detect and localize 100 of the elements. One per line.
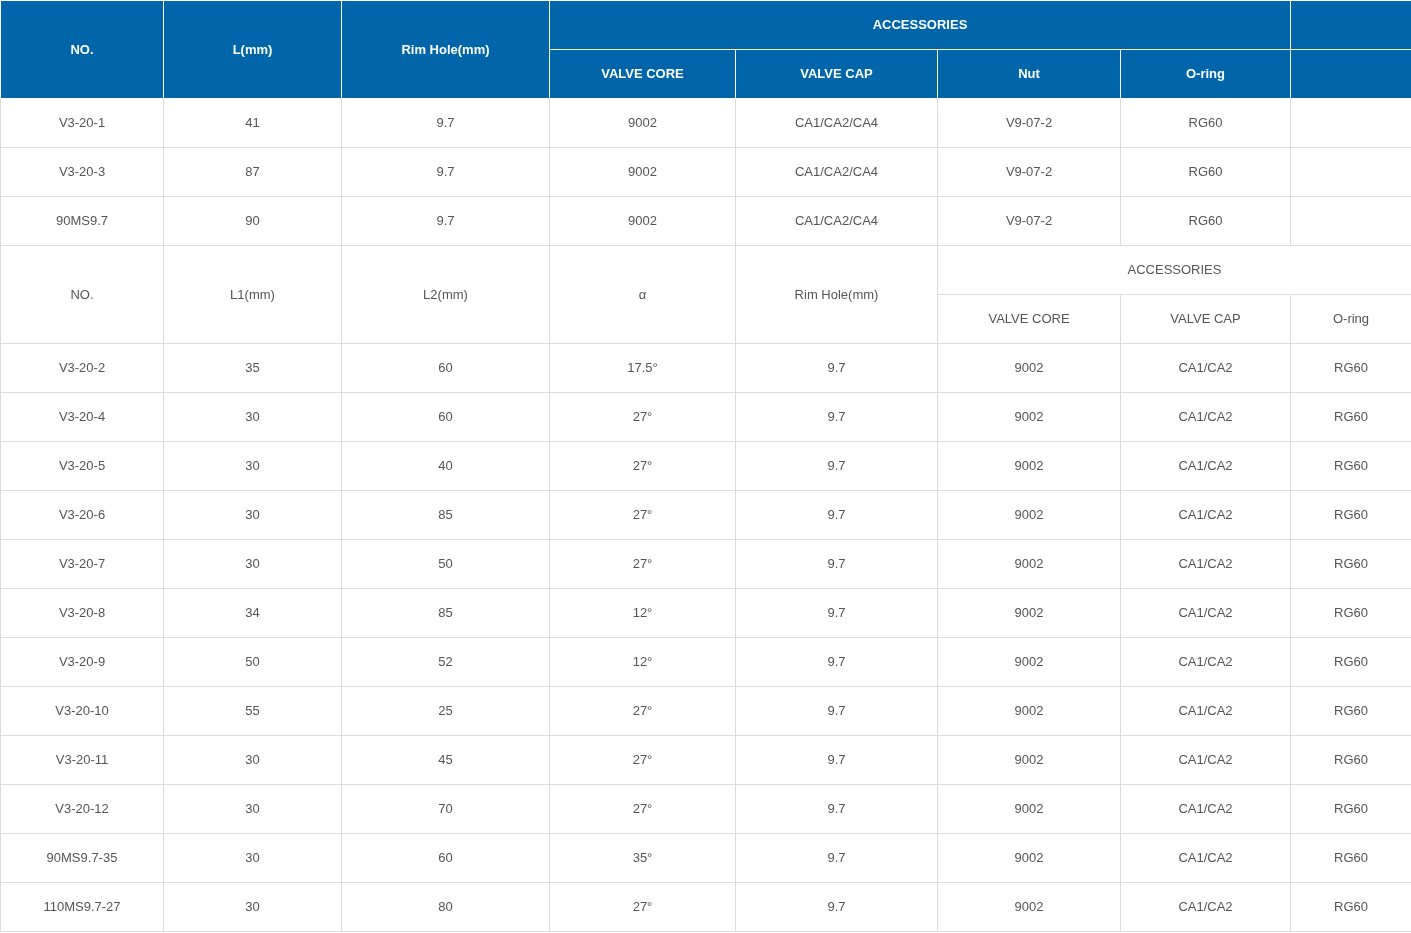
table-cell: V9-07-2 [937, 98, 1121, 148]
table-cell: 9002 [549, 98, 736, 148]
table-cell: 17.5° [549, 343, 736, 393]
table-cell: 45 [341, 735, 550, 785]
table-cell: V3-20-2 [0, 343, 164, 393]
table-header-cell: L1(mm) [163, 245, 342, 344]
table-cell: 34 [163, 588, 342, 638]
table-cell: RG60 [1120, 98, 1291, 148]
table-header-cell: Rim Hole(mm) [735, 245, 938, 344]
table-cell: 9002 [937, 588, 1121, 638]
table-cell: 60 [341, 833, 550, 883]
table-cell: 30 [163, 784, 342, 834]
table-cell: 27° [549, 784, 736, 834]
table-cell: V3-20-12 [0, 784, 164, 834]
table-cell: V3-20-10 [0, 686, 164, 736]
table-cell: 9002 [937, 637, 1121, 687]
table-cell: 9.7 [735, 490, 938, 540]
table-cell: 9.7 [735, 735, 938, 785]
column-header: L(mm) [163, 0, 342, 99]
table-header-cell: VALVE CAP [1120, 294, 1291, 344]
table-header-cell: NO. [0, 245, 164, 344]
table-cell: 30 [163, 539, 342, 589]
table-cell: RG60 [1120, 196, 1291, 246]
table-cell: CA1/CA2 [1120, 490, 1291, 540]
table-cell: V3-20-9 [0, 637, 164, 687]
table-cell: CA1/CA2 [1120, 686, 1291, 736]
table-cell: 30 [163, 490, 342, 540]
table-cell: 9002 [937, 392, 1121, 442]
table-cell: V3-20-7 [0, 539, 164, 589]
table-cell: 9002 [937, 784, 1121, 834]
column-header: Nut [937, 49, 1121, 99]
table-cell: 9.7 [735, 686, 938, 736]
table-cell: 9.7 [735, 441, 938, 491]
table-cell: CA1/CA2 [1120, 833, 1291, 883]
table-cell: 9.7 [735, 637, 938, 687]
table-cell: 90MS9.7 [0, 196, 164, 246]
table-cell: 12° [549, 588, 736, 638]
table-cell: 9.7 [341, 147, 550, 197]
table-cell: 9002 [937, 686, 1121, 736]
table-cell: 9.7 [735, 833, 938, 883]
table-cell: CA1/CA2/CA4 [735, 98, 938, 148]
table-cell: 27° [549, 392, 736, 442]
table-cell: 60 [341, 343, 550, 393]
table-cell: 27° [549, 490, 736, 540]
table-cell: 80 [341, 882, 550, 932]
table-cell: 9002 [937, 441, 1121, 491]
table-cell: V3-20-3 [0, 147, 164, 197]
table-cell: V3-20-6 [0, 490, 164, 540]
table-cell: V9-07-2 [937, 147, 1121, 197]
table-cell: 35° [549, 833, 736, 883]
table-cell: 35 [163, 343, 342, 393]
table-cell: 27° [549, 686, 736, 736]
table-cell: 70 [341, 784, 550, 834]
table-cell: 30 [163, 735, 342, 785]
table-cell: 27° [549, 441, 736, 491]
table-cell: V3-20-4 [0, 392, 164, 442]
table-cell: CA1/CA2 [1120, 343, 1291, 393]
table-cell: 52 [341, 637, 550, 687]
table-cell: CA1/CA2 [1120, 735, 1291, 785]
table-cell: 40 [341, 441, 550, 491]
table-cell: V3-20-11 [0, 735, 164, 785]
table-cell: 30 [163, 882, 342, 932]
column-header: O-ring [1120, 49, 1291, 99]
table-cell: 9002 [549, 147, 736, 197]
table-cell: 9.7 [735, 784, 938, 834]
table-cell: CA1/CA2 [1120, 784, 1291, 834]
column-header: Rim Hole(mm) [341, 0, 550, 99]
column-header: ACCESSORIES [549, 0, 1291, 50]
table-cell: 90 [163, 196, 342, 246]
table-cell: 30 [163, 833, 342, 883]
table-cell: 9.7 [341, 196, 550, 246]
column-header: NO. [0, 0, 164, 99]
table-cell: 9.7 [735, 539, 938, 589]
table-cell: 9.7 [735, 392, 938, 442]
table-cell: V9-07-2 [937, 196, 1121, 246]
table-cell: 27° [549, 539, 736, 589]
table-cell: CA1/CA2/CA4 [735, 196, 938, 246]
table-cell: 9.7 [341, 98, 550, 148]
table-cell: 12° [549, 637, 736, 687]
table-header-cell: α [549, 245, 736, 344]
table-cell: 30 [163, 392, 342, 442]
table-cell: CA1/CA2/CA4 [735, 147, 938, 197]
table-cell: 27° [549, 735, 736, 785]
table-header-cell: L2(mm) [341, 245, 550, 344]
table-cell: CA1/CA2 [1120, 588, 1291, 638]
table-cell: RG60 [1120, 147, 1291, 197]
table-cell: 9002 [937, 539, 1121, 589]
table-cell: 9002 [937, 882, 1121, 932]
table-header-cell: ACCESSORIES [937, 245, 1411, 295]
table-cell: 9.7 [735, 588, 938, 638]
table-header-cell: O-ring [1290, 294, 1411, 344]
table-cell: CA1/CA2 [1120, 539, 1291, 589]
table-cell: CA1/CA2 [1120, 882, 1291, 932]
table-cell: V3-20-5 [0, 441, 164, 491]
table-cell: 9.7 [735, 343, 938, 393]
table-cell: 50 [163, 637, 342, 687]
table-cell: 87 [163, 147, 342, 197]
table-cell: 85 [341, 588, 550, 638]
table-cell: 60 [341, 392, 550, 442]
table-header-cell: VALVE CORE [937, 294, 1121, 344]
